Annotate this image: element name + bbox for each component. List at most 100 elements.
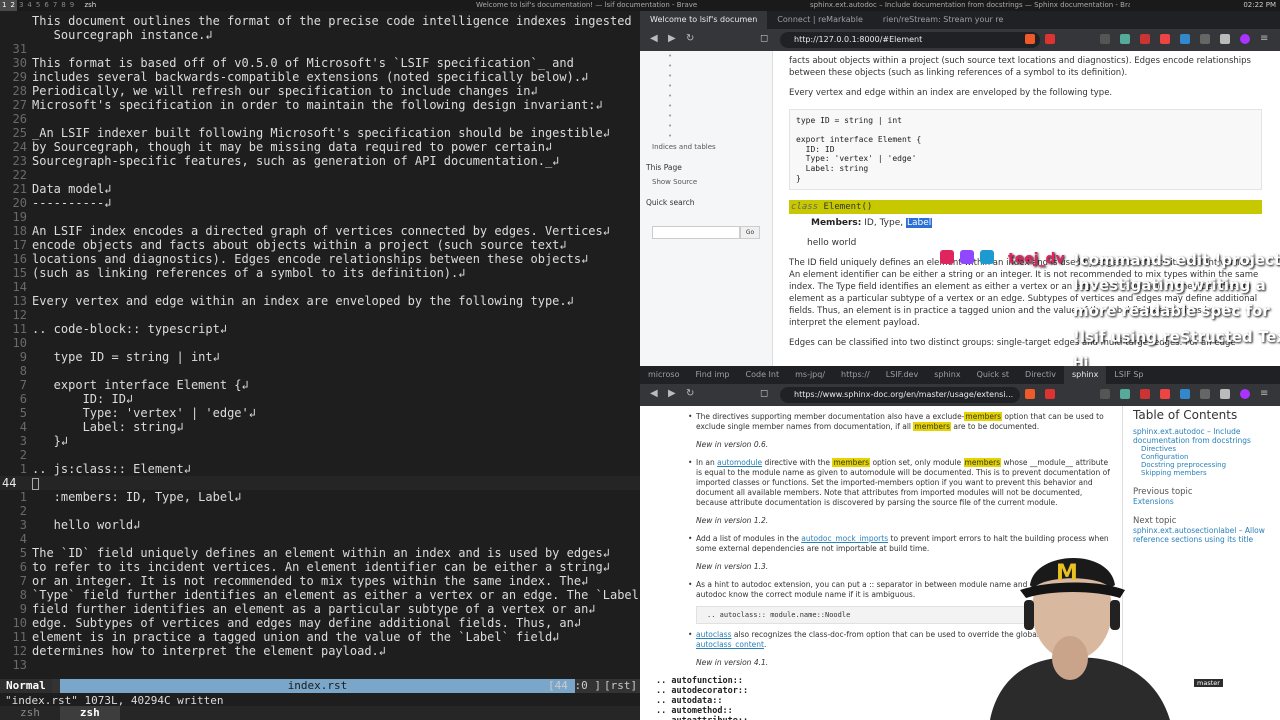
- workspace-8[interactable]: 8: [59, 0, 67, 11]
- editor-line[interactable]: 5 The `ID` field uniquely defines an elem…: [0, 546, 640, 560]
- editor-line[interactable]: 13: [0, 658, 640, 672]
- editor-line[interactable]: 2: [0, 448, 640, 462]
- editor-line[interactable]: 21 Data model↲: [0, 182, 640, 196]
- extension-icon[interactable]: [1180, 389, 1190, 399]
- extension-icon[interactable]: [1140, 389, 1150, 399]
- extension-icon[interactable]: [1160, 389, 1170, 399]
- tab-item[interactable]: Code Int: [738, 366, 788, 384]
- url-bar[interactable]: http://127.0.0.1:8000/#Element: [780, 32, 1040, 48]
- tmux-window-2[interactable]: zsh: [59, 706, 120, 720]
- editor-line[interactable]: 8 `Type` field further identifies an elem…: [0, 588, 640, 602]
- previous-topic-link[interactable]: Extensions: [1133, 497, 1270, 506]
- editor-line[interactable]: 13 Every vertex and edge within an index …: [0, 294, 640, 308]
- editor-line[interactable]: 26: [0, 112, 640, 126]
- editor-line[interactable]: 1 .. js:class:: Element↲: [0, 462, 640, 476]
- editor-line[interactable]: 6 ID: ID↲: [0, 392, 640, 406]
- toc-docstring-preprocessing[interactable]: Docstring preprocessing: [1133, 461, 1270, 469]
- tab-item[interactable]: sphinx: [1063, 366, 1107, 384]
- editor-line[interactable]: Sourcegraph instance.↲: [0, 28, 640, 42]
- quick-search-input[interactable]: [652, 226, 740, 239]
- tab-restream[interactable]: rien/reStream: Stream your re: [873, 11, 1003, 29]
- editor-line[interactable]: 22: [0, 168, 640, 182]
- editor-line[interactable]: 16 locations and diagnostics). Edges enco…: [0, 252, 640, 266]
- tab-item[interactable]: LSIF.dev: [878, 366, 927, 384]
- editor-line[interactable]: 4 Label: string↲: [0, 420, 640, 434]
- menu-icon[interactable]: ≡: [1260, 389, 1270, 399]
- workspace-1[interactable]: 1: [0, 0, 9, 11]
- forward-icon[interactable]: ▶: [668, 33, 676, 44]
- brave-shield-icon[interactable]: [1025, 34, 1035, 44]
- extension-icon[interactable]: [1100, 389, 1110, 399]
- editor-line[interactable]: 4: [0, 532, 640, 546]
- profile-avatar[interactable]: [1240, 34, 1250, 44]
- editor-line[interactable]: 1 :members: ID, Type, Label↲: [0, 490, 640, 504]
- show-source-link[interactable]: Show Source: [640, 178, 772, 186]
- editor-line[interactable]: 11 .. code-block:: typescript↲: [0, 322, 640, 336]
- workspace-9[interactable]: 9: [68, 0, 76, 11]
- bookmark-icon[interactable]: ◻: [760, 388, 768, 399]
- extension-icon[interactable]: [1200, 389, 1210, 399]
- editor-line[interactable]: 29 includes several backwards-compatible …: [0, 70, 640, 84]
- bookmark-icon[interactable]: ◻: [760, 33, 768, 44]
- brave-shield-icon[interactable]: [1025, 389, 1035, 399]
- puzzle-icon[interactable]: [1220, 34, 1230, 44]
- editor-line[interactable]: This document outlines the format of the…: [0, 14, 640, 28]
- tab-item[interactable]: https://: [833, 366, 878, 384]
- editor-line[interactable]: 27 Microsoft's specification in order to …: [0, 98, 640, 112]
- editor-line[interactable]: 6 to refer to its incident vertices. An e…: [0, 560, 640, 574]
- workspace-4[interactable]: 4: [25, 0, 33, 11]
- workspace-6[interactable]: 6: [42, 0, 50, 11]
- toc-directives[interactable]: Directives: [1133, 445, 1270, 453]
- tab-remarkable[interactable]: Connect | reMarkable: [767, 11, 873, 29]
- toc-main-link[interactable]: sphinx.ext.autodoc – Include documentati…: [1133, 427, 1270, 445]
- editor-line[interactable]: 9 type ID = string | int↲: [0, 350, 640, 364]
- brave-rewards-icon[interactable]: [1045, 34, 1055, 44]
- editor-line[interactable]: 8: [0, 364, 640, 378]
- autoclass-link[interactable]: autoclass: [696, 630, 732, 639]
- reload-icon[interactable]: ↻: [686, 33, 694, 44]
- editor-line[interactable]: 7 or an integer. It is not recommended to…: [0, 574, 640, 588]
- editor-line[interactable]: 30 This format is based off of v0.5.0 of …: [0, 56, 640, 70]
- indices-link[interactable]: Indices and tables: [640, 143, 772, 151]
- tmux-window-1[interactable]: zsh: [0, 706, 60, 720]
- menu-icon[interactable]: ≡: [1260, 34, 1270, 44]
- editor-line[interactable]: 7 export interface Element {↲: [0, 378, 640, 392]
- editor-line[interactable]: 10: [0, 336, 640, 350]
- back-icon[interactable]: ◀: [650, 388, 658, 399]
- go-button[interactable]: Go: [740, 226, 760, 239]
- editor-buffer[interactable]: This document outlines the format of the…: [0, 14, 640, 672]
- editor-line[interactable]: 31: [0, 42, 640, 56]
- editor-line[interactable]: 3 hello world↲: [0, 518, 640, 532]
- tab-item[interactable]: ms-jpq/: [787, 366, 833, 384]
- editor-line[interactable]: 10 edge. Subtypes of vertices and edges m…: [0, 616, 640, 630]
- tab-item[interactable]: Directiv: [1017, 366, 1064, 384]
- tab-item[interactable]: sphinx: [926, 366, 968, 384]
- reload-icon[interactable]: ↻: [686, 388, 694, 399]
- vim-editor[interactable]: This document outlines the format of the…: [0, 11, 640, 720]
- editor-line[interactable]: 44: [0, 476, 640, 490]
- toc-skipping-members[interactable]: Skipping members: [1133, 469, 1270, 477]
- editor-line[interactable]: 17 encode objects and facts about objects…: [0, 238, 640, 252]
- extension-icon[interactable]: [1140, 34, 1150, 44]
- automodule-link[interactable]: automodule: [717, 458, 762, 467]
- editor-line[interactable]: 20 ----------↲: [0, 196, 640, 210]
- autoclass-content-link[interactable]: autoclass_content: [696, 640, 764, 649]
- editor-line[interactable]: 14: [0, 280, 640, 294]
- extension-icon[interactable]: [1120, 389, 1130, 399]
- extension-icon[interactable]: [1100, 34, 1110, 44]
- editor-line[interactable]: 5 Type: 'vertex' | 'edge'↲: [0, 406, 640, 420]
- forward-icon[interactable]: ▶: [668, 388, 676, 399]
- editor-line[interactable]: 9 field further identifies an element as …: [0, 602, 640, 616]
- profile-avatar[interactable]: [1240, 389, 1250, 399]
- editor-line[interactable]: 12: [0, 308, 640, 322]
- workspace-7[interactable]: 7: [51, 0, 59, 11]
- workspace-5[interactable]: 5: [34, 0, 42, 11]
- workspace-2[interactable]: 2: [8, 0, 17, 11]
- brave-rewards-icon[interactable]: [1045, 389, 1055, 399]
- editor-line[interactable]: 25 _An LSIF indexer built following Micro…: [0, 126, 640, 140]
- toc-configuration[interactable]: Configuration: [1133, 453, 1270, 461]
- editor-line[interactable]: 24 by Sourcegraph, though it may be missi…: [0, 140, 640, 154]
- editor-line[interactable]: 19: [0, 210, 640, 224]
- tab-lsif-docs[interactable]: Welcome to lsif's documen: [640, 11, 768, 29]
- tab-item[interactable]: Quick st: [969, 366, 1017, 384]
